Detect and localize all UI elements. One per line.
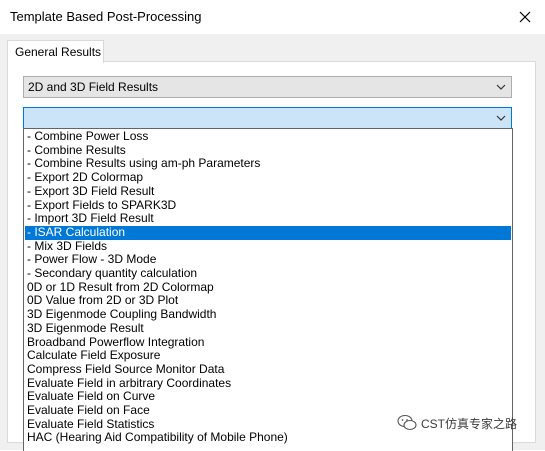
dropdown-option[interactable]: Broadband Powerflow Integration [25, 335, 511, 350]
dropdown-option[interactable]: 3D Eigenmode Coupling Bandwidth [25, 307, 511, 322]
dropdown-option[interactable]: Evaluate Field in arbitrary Coordinates [25, 376, 511, 391]
dropdown-option[interactable]: 0D or 1D Result from 2D Colormap [25, 280, 511, 295]
dropdown-option[interactable]: - Export 3D Field Result [25, 184, 511, 199]
dropdown-option[interactable]: - Combine Results using am-ph Parameters [25, 157, 511, 171]
dropdown-option[interactable]: 3D Eigenmode Result [25, 321, 511, 336]
close-button[interactable] [511, 3, 539, 31]
category-dropdown-value: 2D and 3D Field Results [28, 80, 159, 94]
tab-general-results[interactable]: General Results [7, 40, 104, 63]
category-dropdown[interactable]: 2D and 3D Field Results [23, 76, 512, 98]
dropdown-option[interactable]: 0D Value from 2D or 3D Plot [25, 294, 511, 308]
dropdown-option[interactable]: - Export Fields to SPARK3D [25, 198, 511, 213]
close-icon [519, 11, 531, 23]
watermark-text: CST仿真专家之路 [421, 416, 518, 431]
window-title: Template Based Post-Processing [10, 9, 202, 24]
dropdown-option[interactable]: Evaluate Field on Curve [25, 390, 511, 404]
dropdown-option[interactable]: - Combine Results [25, 143, 511, 158]
dropdown-option[interactable]: - Combine Power Loss [25, 129, 511, 144]
dropdown-option[interactable]: - ISAR Calculation [25, 225, 511, 240]
wechat-logo-icon [397, 414, 417, 431]
dialog-window: Template Based Post-Processing General R… [0, 0, 545, 451]
dropdown-option[interactable]: Calculate Field Exposure [25, 348, 511, 363]
tab-label: General Results [15, 45, 102, 59]
dropdown-option[interactable]: - Secondary quantity calculation [25, 266, 511, 281]
dropdown-option[interactable]: - Power Flow - 3D Mode [25, 253, 511, 267]
template-dropdown[interactable] [23, 107, 512, 129]
chevron-down-icon [496, 84, 506, 90]
chevron-down-icon [496, 115, 506, 121]
watermark: CST仿真专家之路 [397, 413, 517, 433]
dropdown-option[interactable]: - Mix 3D Fields [25, 239, 511, 254]
dropdown-option[interactable]: - Import 3D Field Result [25, 211, 511, 226]
dropdown-option[interactable]: - Export 2D Colormap [25, 170, 511, 185]
template-dropdown-list: - Combine Power Loss - Combine Results - C… [23, 128, 513, 451]
dropdown-option[interactable]: Compress Field Source Monitor Data [25, 362, 511, 377]
title-bar: Template Based Post-Processing [0, 0, 545, 34]
dropdown-option[interactable]: HAC (Hearing Aid Compatibility of Mobile… [25, 431, 511, 445]
